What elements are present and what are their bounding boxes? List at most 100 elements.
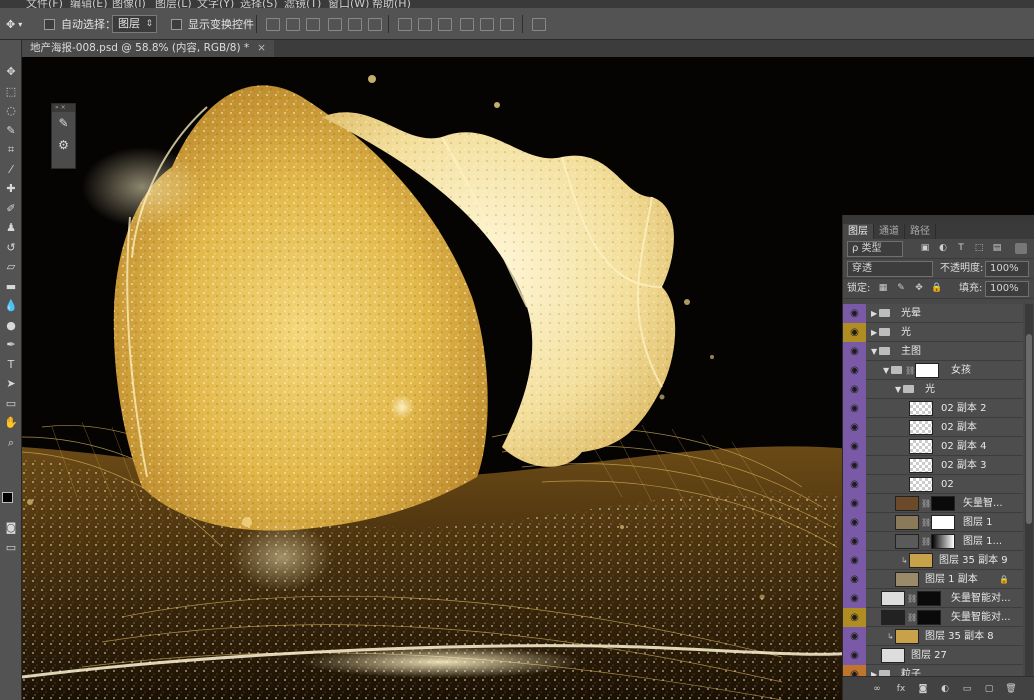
layer-thumbnail[interactable] [895,572,919,587]
layer-thumbnail[interactable] [909,458,933,473]
hand-tool-icon[interactable]: ✋ [2,415,20,431]
layer-row[interactable]: ◉ ▶ 光晕 [843,304,1023,323]
healing-brush-tool-icon[interactable]: ✚ [2,181,20,197]
menu-item[interactable]: 图像(I) [112,0,146,8]
lock-transparent-icon[interactable]: ▦ [877,283,889,294]
visibility-eye-icon[interactable]: ◉ [843,418,866,437]
mask-link-icon[interactable]: ⛓ [921,532,931,551]
layer-thumbnail[interactable] [881,591,905,606]
align-right-icon[interactable] [368,18,382,31]
align-bottom-icon[interactable] [306,18,320,31]
shape-tool-icon[interactable]: ▭ [2,396,20,412]
layer-row[interactable]: ◉ ⛓ 图层 1... [843,532,1023,551]
filter-shape-icon[interactable]: ⬚ [973,243,985,254]
layer-thumbnail[interactable] [909,401,933,416]
layer-thumbnail[interactable] [881,610,905,625]
mask-link-icon[interactable]: ⛓ [907,608,917,627]
lock-all-icon[interactable]: 🔒 [931,283,943,294]
layer-row[interactable]: ◉ ↳ 图层 35 副本 9 [843,551,1023,570]
visibility-eye-icon[interactable]: ◉ [843,399,866,418]
layer-row[interactable]: ◉ ▼ 主图 [843,342,1023,361]
crop-tool-icon[interactable]: ⌗ [2,142,20,158]
filter-type-icon[interactable]: T [955,243,967,254]
dodge-tool-icon[interactable]: ● [2,318,20,334]
visibility-eye-icon[interactable]: ◉ [843,532,866,551]
quick-mask-icon[interactable]: ◙ [2,520,20,536]
layer-row[interactable]: ◉ ⛓ 矢量智能对... [843,589,1023,608]
visibility-eye-icon[interactable]: ◉ [843,380,866,399]
pen-tool-icon[interactable]: ✒ [2,337,20,353]
path-select-tool-icon[interactable]: ➤ [2,376,20,392]
brush-settings-icon[interactable]: ✎ [52,112,75,134]
move-tool-preset[interactable]: ✥ ▾ [6,8,22,40]
move-tool-icon[interactable]: ✥ [2,64,20,80]
align-vcenter-icon[interactable] [286,18,300,31]
history-brush-tool-icon[interactable]: ↺ [2,240,20,256]
layer-row[interactable]: ◉ 图层 27 [843,646,1023,665]
layer-list-scrollbar[interactable] [1025,304,1033,676]
layer-thumbnail[interactable] [909,420,933,435]
close-tab-icon[interactable]: × [257,42,266,54]
layer-row[interactable]: ◉ ⛓ 矢量智能对... [843,608,1023,627]
mask-link-icon[interactable]: ⛓ [921,494,931,513]
new-layer-icon[interactable]: ▢ [983,683,995,695]
eraser-tool-icon[interactable]: ▱ [2,259,20,275]
layer-mask-thumbnail[interactable] [931,496,955,511]
auto-align-icon[interactable] [532,18,546,31]
filter-toggle-icon[interactable] [1015,243,1027,254]
layer-row[interactable]: ◉ ▶ 光 [843,323,1023,342]
fill-input[interactable]: 100% [985,281,1029,297]
layer-thumbnail[interactable] [895,496,919,511]
layer-row[interactable]: ◉ ▶ 粒子 [843,665,1023,676]
delete-layer-icon[interactable]: 🗑 [1005,683,1017,695]
visibility-eye-icon[interactable]: ◉ [843,475,866,494]
blur-tool-icon[interactable]: 💧 [2,298,20,314]
link-layers-icon[interactable]: ∞ [871,683,883,695]
visibility-eye-icon[interactable]: ◉ [843,513,866,532]
visibility-eye-icon[interactable]: ◉ [843,494,866,513]
eyedropper-tool-icon[interactable]: ⁄ [2,162,20,178]
menu-item[interactable]: 文件(F) [26,0,63,8]
foreground-color-swatch[interactable] [2,492,13,503]
layer-row[interactable]: ◉ 02 副本 4 [843,437,1023,456]
layer-thumbnail[interactable] [881,648,905,663]
menu-item[interactable]: 窗口(W) [328,0,369,8]
layer-thumbnail[interactable] [909,553,933,568]
group-toggle-arrow-icon[interactable]: ▼ [871,342,877,361]
zoom-tool-icon[interactable]: ⌕ [2,435,20,451]
group-toggle-arrow-icon[interactable]: ▶ [871,304,877,323]
blend-mode-dropdown[interactable]: 穿透 [847,261,933,277]
menu-item[interactable]: 文字(Y) [197,0,234,8]
add-mask-icon[interactable]: ◙ [917,683,929,695]
align-top-icon[interactable] [266,18,280,31]
menu-item[interactable]: 图层(L) [155,0,192,8]
menu-item[interactable]: 编辑(E) [70,0,108,8]
visibility-eye-icon[interactable]: ◉ [843,589,866,608]
auto-select-dropdown[interactable]: 图层 [112,8,157,40]
filter-smart-object-icon[interactable]: ▤ [991,243,1003,254]
visibility-eye-icon[interactable]: ◉ [843,323,866,342]
mask-link-icon[interactable]: ⛓ [921,513,931,532]
distribute-right-icon[interactable] [500,18,514,31]
gradient-tool-icon[interactable]: ▬ [2,279,20,295]
layer-mask-thumbnail[interactable] [917,610,941,625]
group-toggle-arrow-icon[interactable]: ▼ [883,361,889,380]
layer-row[interactable]: ◉ 02 副本 3 [843,456,1023,475]
panel-tab[interactable]: 图层 [843,224,874,239]
distribute-vcenter-icon[interactable] [418,18,432,31]
visibility-eye-icon[interactable]: ◉ [843,608,866,627]
visibility-eye-icon[interactable]: ◉ [843,627,866,646]
visibility-eye-icon[interactable]: ◉ [843,665,866,676]
menu-item[interactable]: 滤镜(T) [284,0,321,8]
new-group-icon[interactable]: ▭ [961,683,973,695]
layer-row[interactable]: ◉ ⛓ 矢量智... [843,494,1023,513]
panel-tab[interactable]: 路径 [905,224,936,239]
layer-row[interactable]: ◉ ▼ ⛓ 女孩 [843,361,1023,380]
group-toggle-arrow-icon[interactable]: ▼ [895,380,901,399]
visibility-eye-icon[interactable]: ◉ [843,304,866,323]
mini-panel-header[interactable]: » × [52,104,75,112]
layer-row[interactable]: ◉ 02 [843,475,1023,494]
filter-adjustment-icon[interactable]: ◐ [937,243,949,254]
panel-tab[interactable]: 通道 [874,224,905,239]
layer-mask-thumbnail[interactable] [917,591,941,606]
